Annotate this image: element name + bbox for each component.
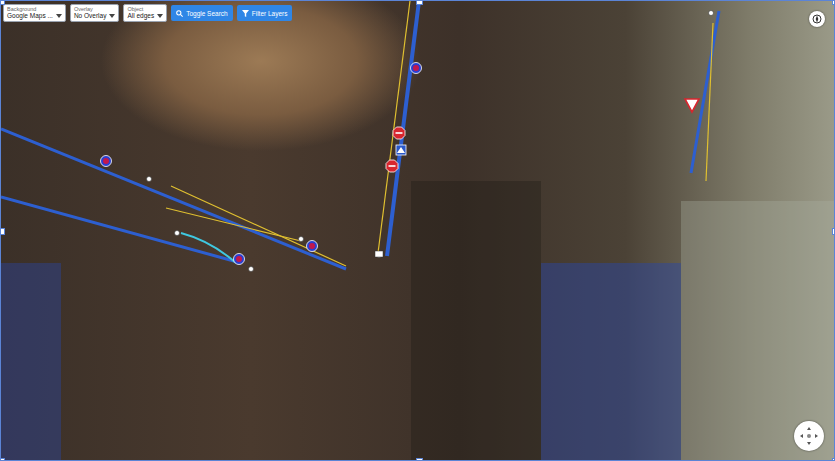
- resize-handle[interactable]: [0, 0, 5, 5]
- road-lines: [1, 1, 719, 269]
- node-icon[interactable]: [709, 11, 714, 16]
- select-value: No Overlay: [74, 12, 107, 20]
- chevron-down-icon: [157, 14, 163, 18]
- node-icon[interactable]: [249, 267, 254, 272]
- resize-handle[interactable]: [416, 458, 423, 461]
- compass-icon: [812, 14, 822, 24]
- chevron-down-icon: [109, 14, 115, 18]
- resize-handle[interactable]: [416, 0, 423, 5]
- node-icon[interactable]: [299, 237, 304, 242]
- resize-handle[interactable]: [0, 458, 5, 461]
- toggle-search-button[interactable]: Toggle Search: [171, 5, 233, 21]
- map-overlay: [1, 1, 835, 461]
- marker-icon[interactable]: [234, 254, 245, 265]
- select-label: Object: [127, 6, 154, 12]
- select-value: Google Maps ...: [7, 12, 53, 20]
- filter-layers-button[interactable]: Filter Layers: [237, 5, 293, 21]
- stop-sign-icon[interactable]: [393, 127, 405, 139]
- node-icon[interactable]: [147, 177, 152, 182]
- map-toolbar: BackgroundGoogle Maps ...OverlayNo Overl…: [3, 4, 292, 22]
- layer-select[interactable]: OverlayNo Overlay: [70, 4, 120, 22]
- node-icon[interactable]: [175, 231, 180, 236]
- select-value: All edges: [127, 12, 154, 20]
- select-label: Background: [7, 6, 53, 12]
- node-icon[interactable]: [375, 251, 383, 257]
- marker-icon[interactable]: [411, 63, 422, 74]
- marker-icon[interactable]: [307, 241, 318, 252]
- marker-icon[interactable]: [101, 156, 112, 167]
- chevron-down-icon: [56, 14, 62, 18]
- navigation-control[interactable]: [794, 421, 824, 451]
- search-icon: [176, 10, 183, 17]
- resize-handle[interactable]: [832, 0, 835, 5]
- compass-button[interactable]: [809, 11, 825, 27]
- warning-sign-icon[interactable]: [685, 99, 699, 112]
- map-view[interactable]: BackgroundGoogle Maps ...OverlayNo Overl…: [0, 0, 835, 461]
- layer-select[interactable]: BackgroundGoogle Maps ...: [3, 4, 66, 22]
- stop-sign-icon[interactable]: [386, 160, 398, 172]
- layer-select[interactable]: ObjectAll edges: [123, 4, 167, 22]
- filter-icon: [242, 10, 249, 17]
- pan-arrows-icon: [798, 425, 820, 447]
- resize-handle[interactable]: [0, 228, 5, 235]
- resize-handle[interactable]: [832, 228, 835, 235]
- crossing-sign-icon[interactable]: [396, 145, 406, 155]
- select-label: Overlay: [74, 6, 107, 12]
- resize-handle[interactable]: [832, 458, 835, 461]
